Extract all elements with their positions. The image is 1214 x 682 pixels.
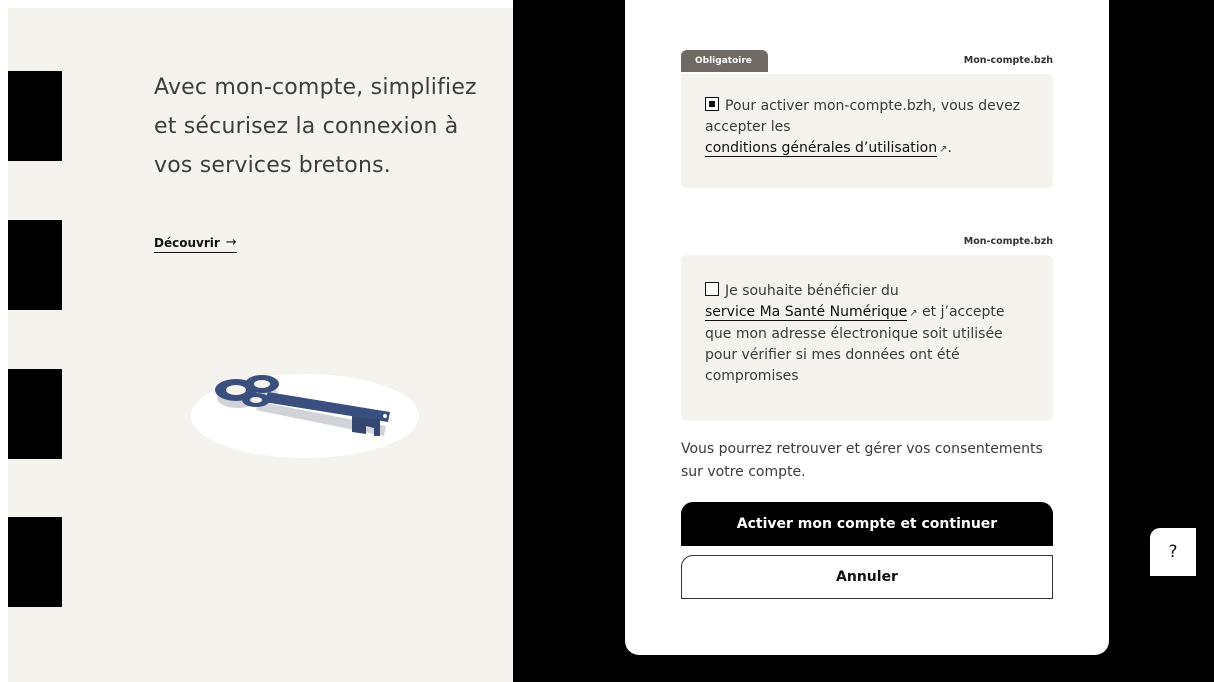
tagline: Avec mon-compte, simplifiez et sécurisez…	[154, 75, 477, 178]
activate-account-button[interactable]: Activer mon compte et continuer	[681, 502, 1053, 546]
consent-text: Pour activer mon-compte.bzh, vous devez …	[705, 98, 1021, 135]
key-illustration	[191, 374, 419, 458]
black-tab	[8, 220, 62, 310]
source-label: Mon-compte.bzh	[963, 236, 1053, 247]
source-label: Mon-compte.bzh	[963, 55, 1053, 66]
discover-link[interactable]: Découvrir →	[154, 235, 237, 253]
external-link-icon: ↗	[909, 308, 918, 319]
consent-section-mandatory: Obligatoire Mon-compte.bzh Pour activer …	[681, 50, 1053, 188]
external-link-icon: ↗	[939, 144, 948, 155]
health-service-link[interactable]: service Ma Santé Numérique	[705, 304, 908, 321]
discover-label: Découvrir	[154, 235, 220, 250]
cancel-button[interactable]: Annuler	[681, 555, 1053, 599]
terms-link[interactable]: conditions générales d’utilisation	[705, 140, 938, 157]
black-tab	[8, 369, 62, 459]
consent-box: Je souhaite bénéficier du service Ma San…	[681, 255, 1053, 421]
black-tab	[8, 71, 62, 161]
terms-checkbox[interactable]	[705, 97, 719, 111]
consent-box: Pour activer mon-compte.bzh, vous devez …	[681, 74, 1053, 188]
arrow-right-icon: →	[225, 235, 237, 250]
consent-section-optional: Mon-compte.bzh Je souhaite bénéficier du…	[681, 236, 1053, 421]
health-service-checkbox[interactable]	[705, 282, 719, 296]
consent-info-text: Vous pourrez retrouver et gérer vos cons…	[681, 441, 1043, 480]
required-badge: Obligatoire	[681, 50, 768, 72]
help-button[interactable]: ?	[1150, 528, 1196, 576]
black-tab	[8, 517, 62, 607]
consent-text-end: .	[947, 140, 952, 156]
consent-text: Je souhaite bénéficier du	[725, 283, 899, 299]
